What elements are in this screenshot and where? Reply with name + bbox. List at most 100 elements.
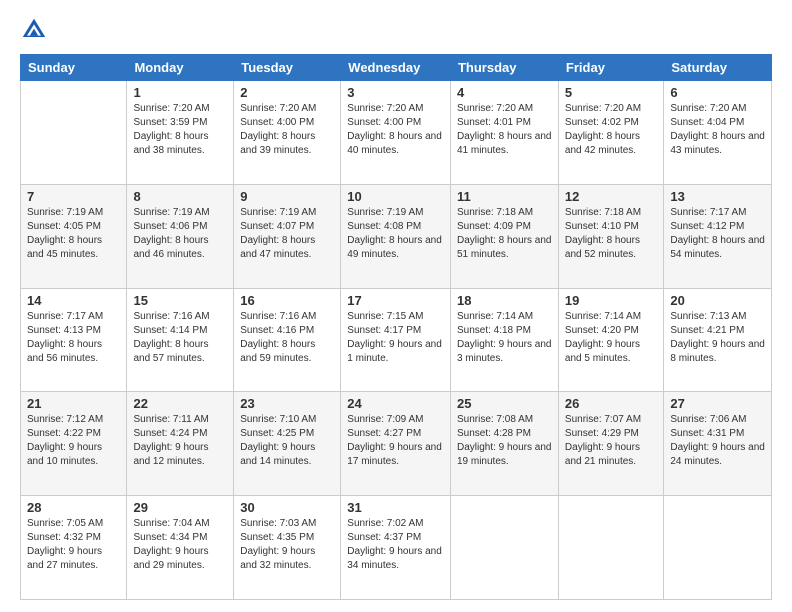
page: SundayMondayTuesdayWednesdayThursdayFrid… — [0, 0, 792, 612]
day-info: Sunrise: 7:13 AMSunset: 4:21 PMDaylight:… — [670, 310, 765, 366]
weekday-header-monday: Monday — [127, 55, 234, 81]
day-number: 28 — [27, 500, 120, 515]
day-number: 6 — [670, 85, 765, 100]
calendar-cell: 23 Sunrise: 7:10 AMSunset: 4:25 PMDayligh… — [234, 392, 341, 496]
calendar-cell: 12 Sunrise: 7:18 AMSunset: 4:10 PMDayligh… — [558, 184, 663, 288]
day-number: 12 — [565, 189, 657, 204]
day-number: 25 — [457, 396, 552, 411]
day-number: 26 — [565, 396, 657, 411]
calendar-cell: 10 Sunrise: 7:19 AMSunset: 4:08 PMDayligh… — [341, 184, 451, 288]
day-number: 15 — [133, 293, 227, 308]
day-number: 10 — [347, 189, 444, 204]
day-number: 1 — [133, 85, 227, 100]
day-info: Sunrise: 7:20 AMSunset: 3:59 PMDaylight:… — [133, 102, 227, 158]
logo — [20, 16, 52, 44]
calendar-cell: 25 Sunrise: 7:08 AMSunset: 4:28 PMDayligh… — [450, 392, 558, 496]
calendar-cell: 14 Sunrise: 7:17 AMSunset: 4:13 PMDayligh… — [21, 288, 127, 392]
calendar-cell: 16 Sunrise: 7:16 AMSunset: 4:16 PMDayligh… — [234, 288, 341, 392]
week-row-4: 21Sunrise: 7:12 AMSunset: 4:22 PMDayligh… — [21, 392, 772, 496]
day-number: 17 — [347, 293, 444, 308]
weekday-header-friday: Friday — [558, 55, 663, 81]
calendar-cell: 27Sunrise: 7:06 AMSunset: 4:31 PMDayligh… — [664, 392, 772, 496]
calendar-cell: 8Sunrise: 7:19 AMSunset: 4:06 PMDaylight… — [127, 184, 234, 288]
day-info: Sunrise: 7:17 AMSunset: 4:12 PMDaylight:… — [670, 206, 765, 262]
day-number: 22 — [133, 396, 227, 411]
weekday-header-sunday: Sunday — [21, 55, 127, 81]
calendar-cell: 30 Sunrise: 7:03 AMSunset: 4:35 PMDayligh… — [234, 496, 341, 600]
calendar-cell: 6Sunrise: 7:20 AMSunset: 4:04 PMDaylight… — [664, 81, 772, 185]
day-number: 9 — [240, 189, 334, 204]
day-info: Sunrise: 7:14 AMSunset: 4:18 PMDaylight:… — [457, 310, 552, 366]
day-number: 3 — [347, 85, 444, 100]
day-number: 20 — [670, 293, 765, 308]
day-info: Sunrise: 7:02 AMSunset: 4:37 PMDaylight:… — [347, 517, 444, 573]
day-info: Sunrise: 7:12 AMSunset: 4:22 PMDaylight:… — [27, 413, 120, 469]
day-info: Sunrise: 7:15 AMSunset: 4:17 PMDaylight:… — [347, 310, 444, 366]
day-info: Sunrise: 7:10 AMSunset: 4:25 PMDaylight:… — [240, 413, 334, 469]
day-number: 31 — [347, 500, 444, 515]
day-number: 23 — [240, 396, 334, 411]
day-info: Sunrise: 7:17 AMSunset: 4:13 PMDaylight:… — [27, 310, 120, 366]
week-row-2: 7 Sunrise: 7:19 AMSunset: 4:05 PMDaylight… — [21, 184, 772, 288]
calendar-cell: 31 Sunrise: 7:02 AMSunset: 4:37 PMDayligh… — [341, 496, 451, 600]
day-info: Sunrise: 7:03 AMSunset: 4:35 PMDaylight:… — [240, 517, 334, 573]
day-number: 7 — [27, 189, 120, 204]
day-info: Sunrise: 7:04 AMSunset: 4:34 PMDaylight:… — [133, 517, 227, 573]
day-number: 4 — [457, 85, 552, 100]
day-info: Sunrise: 7:11 AMSunset: 4:24 PMDaylight:… — [133, 413, 227, 469]
calendar-cell: 24Sunrise: 7:09 AMSunset: 4:27 PMDayligh… — [341, 392, 451, 496]
day-info: Sunrise: 7:18 AMSunset: 4:10 PMDaylight:… — [565, 206, 657, 262]
weekday-header-row: SundayMondayTuesdayWednesdayThursdayFrid… — [21, 55, 772, 81]
day-number: 30 — [240, 500, 334, 515]
calendar-cell: 22 Sunrise: 7:11 AMSunset: 4:24 PMDayligh… — [127, 392, 234, 496]
day-info: Sunrise: 7:20 AMSunset: 4:01 PMDaylight:… — [457, 102, 552, 158]
calendar-cell — [558, 496, 663, 600]
day-info: Sunrise: 7:16 AMSunset: 4:14 PMDaylight:… — [133, 310, 227, 366]
calendar-cell: 29 Sunrise: 7:04 AMSunset: 4:34 PMDayligh… — [127, 496, 234, 600]
week-row-5: 28 Sunrise: 7:05 AMSunset: 4:32 PMDayligh… — [21, 496, 772, 600]
calendar-cell: 2 Sunrise: 7:20 AMSunset: 4:00 PMDaylight… — [234, 81, 341, 185]
calendar-cell: 21Sunrise: 7:12 AMSunset: 4:22 PMDayligh… — [21, 392, 127, 496]
day-number: 2 — [240, 85, 334, 100]
calendar-cell: 7 Sunrise: 7:19 AMSunset: 4:05 PMDaylight… — [21, 184, 127, 288]
calendar-cell — [21, 81, 127, 185]
day-info: Sunrise: 7:14 AMSunset: 4:20 PMDaylight:… — [565, 310, 657, 366]
day-number: 14 — [27, 293, 120, 308]
day-number: 13 — [670, 189, 765, 204]
calendar-table: SundayMondayTuesdayWednesdayThursdayFrid… — [20, 54, 772, 600]
day-info: Sunrise: 7:05 AMSunset: 4:32 PMDaylight:… — [27, 517, 120, 573]
calendar-cell — [664, 496, 772, 600]
calendar-cell: 28 Sunrise: 7:05 AMSunset: 4:32 PMDayligh… — [21, 496, 127, 600]
day-number: 11 — [457, 189, 552, 204]
day-number: 16 — [240, 293, 334, 308]
day-info: Sunrise: 7:20 AMSunset: 4:02 PMDaylight:… — [565, 102, 657, 158]
calendar-cell: 19Sunrise: 7:14 AMSunset: 4:20 PMDayligh… — [558, 288, 663, 392]
weekday-header-wednesday: Wednesday — [341, 55, 451, 81]
day-info: Sunrise: 7:16 AMSunset: 4:16 PMDaylight:… — [240, 310, 334, 366]
calendar-cell: 26 Sunrise: 7:07 AMSunset: 4:29 PMDayligh… — [558, 392, 663, 496]
day-number: 18 — [457, 293, 552, 308]
day-info: Sunrise: 7:20 AMSunset: 4:00 PMDaylight:… — [347, 102, 444, 158]
calendar-cell: 18 Sunrise: 7:14 AMSunset: 4:18 PMDayligh… — [450, 288, 558, 392]
day-info: Sunrise: 7:07 AMSunset: 4:29 PMDaylight:… — [565, 413, 657, 469]
weekday-header-saturday: Saturday — [664, 55, 772, 81]
calendar-cell: 5 Sunrise: 7:20 AMSunset: 4:02 PMDaylight… — [558, 81, 663, 185]
calendar-cell: 20 Sunrise: 7:13 AMSunset: 4:21 PMDayligh… — [664, 288, 772, 392]
weekday-header-thursday: Thursday — [450, 55, 558, 81]
day-info: Sunrise: 7:19 AMSunset: 4:08 PMDaylight:… — [347, 206, 444, 262]
calendar-cell: 9Sunrise: 7:19 AMSunset: 4:07 PMDaylight… — [234, 184, 341, 288]
day-info: Sunrise: 7:20 AMSunset: 4:00 PMDaylight:… — [240, 102, 334, 158]
day-info: Sunrise: 7:08 AMSunset: 4:28 PMDaylight:… — [457, 413, 552, 469]
day-number: 29 — [133, 500, 227, 515]
logo-icon — [20, 16, 48, 44]
day-number: 27 — [670, 396, 765, 411]
day-number: 5 — [565, 85, 657, 100]
day-info: Sunrise: 7:19 AMSunset: 4:05 PMDaylight:… — [27, 206, 120, 262]
day-info: Sunrise: 7:18 AMSunset: 4:09 PMDaylight:… — [457, 206, 552, 262]
week-row-1: 1 Sunrise: 7:20 AMSunset: 3:59 PMDaylight… — [21, 81, 772, 185]
calendar-cell: 17 Sunrise: 7:15 AMSunset: 4:17 PMDayligh… — [341, 288, 451, 392]
calendar-cell: 11 Sunrise: 7:18 AMSunset: 4:09 PMDayligh… — [450, 184, 558, 288]
calendar-cell: 1 Sunrise: 7:20 AMSunset: 3:59 PMDaylight… — [127, 81, 234, 185]
calendar-cell — [450, 496, 558, 600]
day-number: 8 — [133, 189, 227, 204]
